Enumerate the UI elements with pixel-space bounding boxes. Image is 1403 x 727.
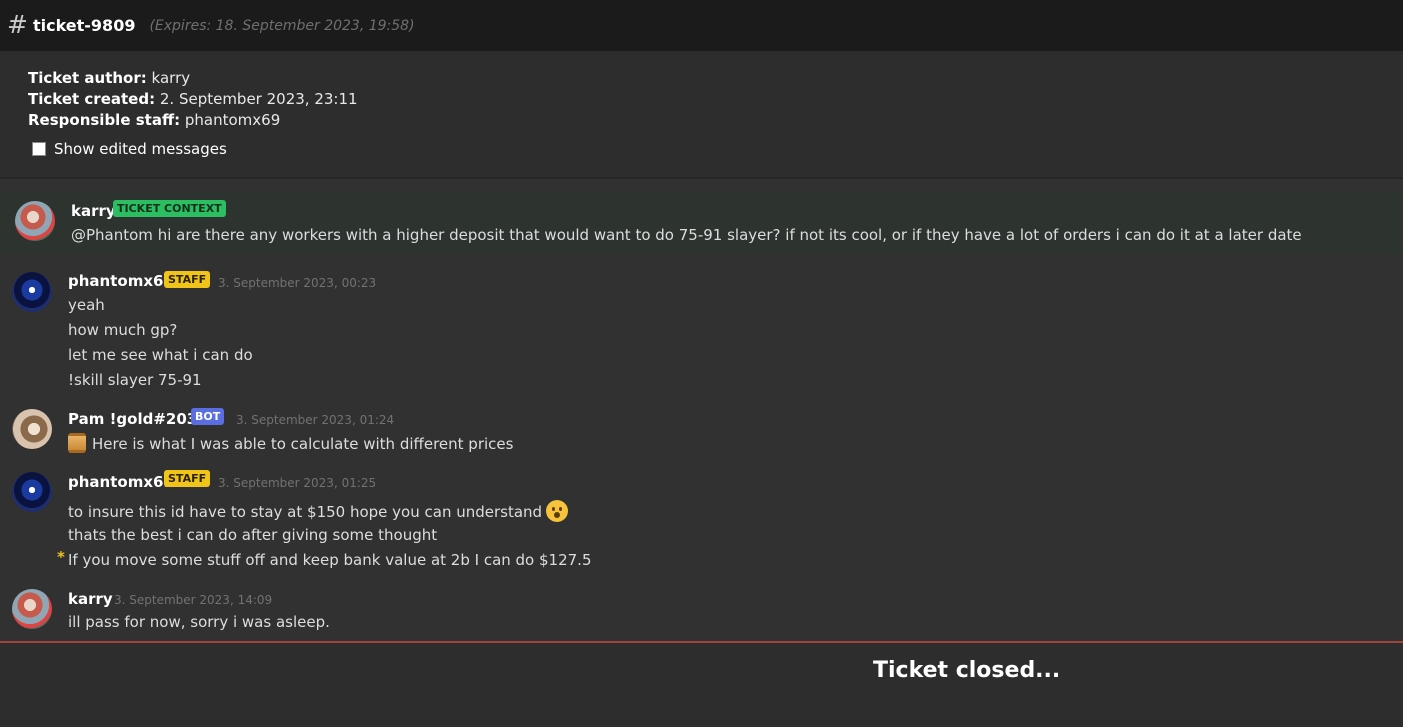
ticket-footer: Ticket closed... bbox=[0, 643, 1403, 727]
message-timestamp: 3. September 2023, 01:25 bbox=[218, 476, 377, 490]
hash-icon: # bbox=[7, 10, 28, 39]
message-author[interactable]: karry bbox=[71, 202, 116, 220]
message-text: Here is what I was able to calculate wit… bbox=[92, 435, 514, 453]
message-author[interactable]: phantomx69 bbox=[68, 272, 174, 290]
message-text: let me see what i can do bbox=[68, 346, 253, 364]
edited-marker: * bbox=[57, 548, 65, 566]
message-author[interactable]: phantomx69 bbox=[68, 473, 174, 491]
message-line: Here is what I was able to calculate wit… bbox=[68, 433, 513, 453]
message-text: yeah bbox=[68, 296, 105, 314]
channel-name: ticket-9809 bbox=[32, 16, 136, 35]
ticket-author-label: Ticket author: bbox=[28, 69, 147, 87]
avatar[interactable] bbox=[12, 409, 52, 449]
channel-header: # ticket-9809 (Expires: 18. September 20… bbox=[0, 0, 1403, 51]
message-author[interactable]: Pam !gold#2033 bbox=[68, 410, 208, 428]
message-timestamp: 3. September 2023, 00:23 bbox=[218, 276, 377, 290]
ticket-created-value: 2. September 2023, 23:11 bbox=[159, 90, 358, 108]
message-text: how much gp? bbox=[68, 321, 178, 339]
show-edited-checkbox[interactable] bbox=[32, 142, 46, 156]
show-edited-toggle[interactable]: Show edited messages bbox=[32, 140, 227, 158]
message-text: ill pass for now, sorry i was asleep. bbox=[68, 613, 330, 631]
message-text: If you move some stuff off and keep bank… bbox=[68, 551, 592, 569]
avatar[interactable] bbox=[12, 472, 52, 512]
avatar[interactable] bbox=[12, 589, 52, 629]
responsible-staff-line: Responsible staff: phantomx69 bbox=[28, 111, 280, 129]
avatar[interactable] bbox=[15, 201, 55, 241]
message-text: to insure this id have to stay at $150 h… bbox=[68, 503, 543, 521]
ticket-info-panel: Ticket author: karry Ticket created: 2. … bbox=[0, 51, 1403, 179]
message-text: !skill slayer 75-91 bbox=[68, 371, 202, 389]
message-timestamp: 3. September 2023, 01:24 bbox=[236, 413, 395, 427]
ticket-created-line: Ticket created: 2. September 2023, 23:11 bbox=[28, 90, 358, 108]
ticket-context-message: karry TICKET CONTEXT @Phantom hi are the… bbox=[0, 191, 1403, 254]
scroll-emoji-icon bbox=[68, 433, 86, 453]
responsible-staff-value: phantomx69 bbox=[184, 111, 281, 129]
message-author[interactable]: karry bbox=[68, 590, 113, 608]
hushed-face-emoji-icon bbox=[546, 500, 569, 522]
message-text: @Phantom hi are there any workers with a… bbox=[71, 226, 1302, 244]
show-edited-label: Show edited messages bbox=[54, 140, 227, 158]
avatar[interactable] bbox=[12, 272, 52, 312]
staff-badge: STAFF bbox=[164, 271, 211, 288]
message-text: thats the best i can do after giving som… bbox=[68, 526, 438, 544]
ticket-created-label: Ticket created: bbox=[28, 90, 156, 108]
ticket-author-value: karry bbox=[151, 69, 191, 87]
message-line: to insure this id have to stay at $150 h… bbox=[68, 500, 569, 522]
message-timestamp: 3. September 2023, 14:09 bbox=[114, 593, 273, 607]
ticket-context-badge: TICKET CONTEXT bbox=[113, 200, 226, 217]
ticket-closed-status: Ticket closed... bbox=[873, 658, 1061, 683]
responsible-staff-label: Responsible staff: bbox=[28, 111, 181, 129]
staff-badge: STAFF bbox=[164, 470, 211, 487]
expires-text: (Expires: 18. September 2023, 19:58) bbox=[149, 17, 415, 34]
bot-badge: BOT bbox=[191, 408, 225, 425]
ticket-author-line: Ticket author: karry bbox=[28, 69, 190, 87]
